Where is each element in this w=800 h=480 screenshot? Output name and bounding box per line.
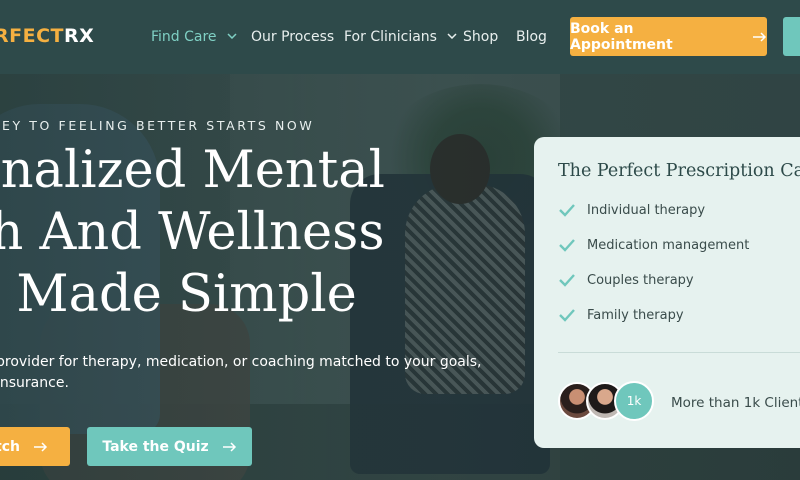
nav-find-care[interactable]: Find Care	[151, 29, 237, 45]
chevron-down-icon	[447, 33, 457, 39]
nav-for-clinicians[interactable]: For Clinicians	[344, 29, 457, 45]
check-icon	[559, 204, 575, 217]
headline-line: e Made Simple	[0, 265, 357, 324]
nav-shop[interactable]: Shop	[463, 29, 498, 45]
clients-count-text: More than 1k Clients	[671, 395, 800, 411]
logo-text-part2: RX	[64, 25, 95, 47]
site-header: RFECTRX Find Care Our Process For Clinic…	[0, 0, 800, 74]
nav-label: Find Care	[151, 29, 217, 45]
hero-headline: onalized Mental th And Wellness e Made S…	[0, 140, 385, 326]
nav-label: Our Process	[251, 29, 335, 45]
feature-label: Medication management	[587, 238, 750, 253]
book-appointment-label: Book an Appointment	[570, 20, 673, 53]
feature-label: Individual therapy	[587, 203, 706, 218]
book-appointment-button[interactable]: Book an Appointment	[570, 17, 767, 56]
logo-text-part1: RFECT	[0, 25, 64, 47]
nav-blog[interactable]: Blog	[516, 29, 547, 45]
headline-line: onalized Mental	[0, 141, 385, 200]
get-matched-label: tch	[0, 438, 20, 455]
hero-subtitle: provider for therapy, medication, or coa…	[0, 352, 482, 394]
arrow-right-icon	[222, 441, 236, 452]
check-icon	[559, 309, 575, 322]
nav-our-process[interactable]: Our Process	[251, 29, 334, 45]
subtitle-line: provider for therapy, medication, or coa…	[0, 354, 482, 370]
nav-label: Shop	[463, 29, 499, 45]
subtitle-line: insurance.	[0, 375, 69, 391]
hero-eyebrow: EY TO FEELING BETTER STARTS NOW	[2, 118, 315, 133]
nav-label: For Clinicians	[344, 29, 437, 45]
chevron-down-icon	[227, 33, 237, 39]
headline-line: th And Wellness	[0, 203, 385, 262]
prescription-care-card: The Perfect Prescription Car Individual …	[534, 137, 800, 448]
take-quiz-label: Take the Quiz	[102, 438, 209, 455]
nav-label: Blog	[516, 29, 547, 45]
take-quiz-button[interactable]: Take the Quiz	[87, 427, 252, 466]
card-title: The Perfect Prescription Car	[558, 161, 800, 181]
secondary-header-button[interactable]	[783, 17, 800, 56]
logo[interactable]: RFECTRX	[0, 25, 94, 47]
check-icon	[559, 274, 575, 287]
arrow-right-icon	[34, 441, 48, 452]
client-count-badge: 1k	[614, 381, 654, 421]
feature-label: Family therapy	[587, 308, 684, 323]
card-divider	[558, 352, 800, 353]
check-icon	[559, 239, 575, 252]
get-matched-button[interactable]: tch	[0, 427, 70, 466]
arrow-right-icon	[753, 31, 767, 42]
feature-label: Couples therapy	[587, 273, 694, 288]
